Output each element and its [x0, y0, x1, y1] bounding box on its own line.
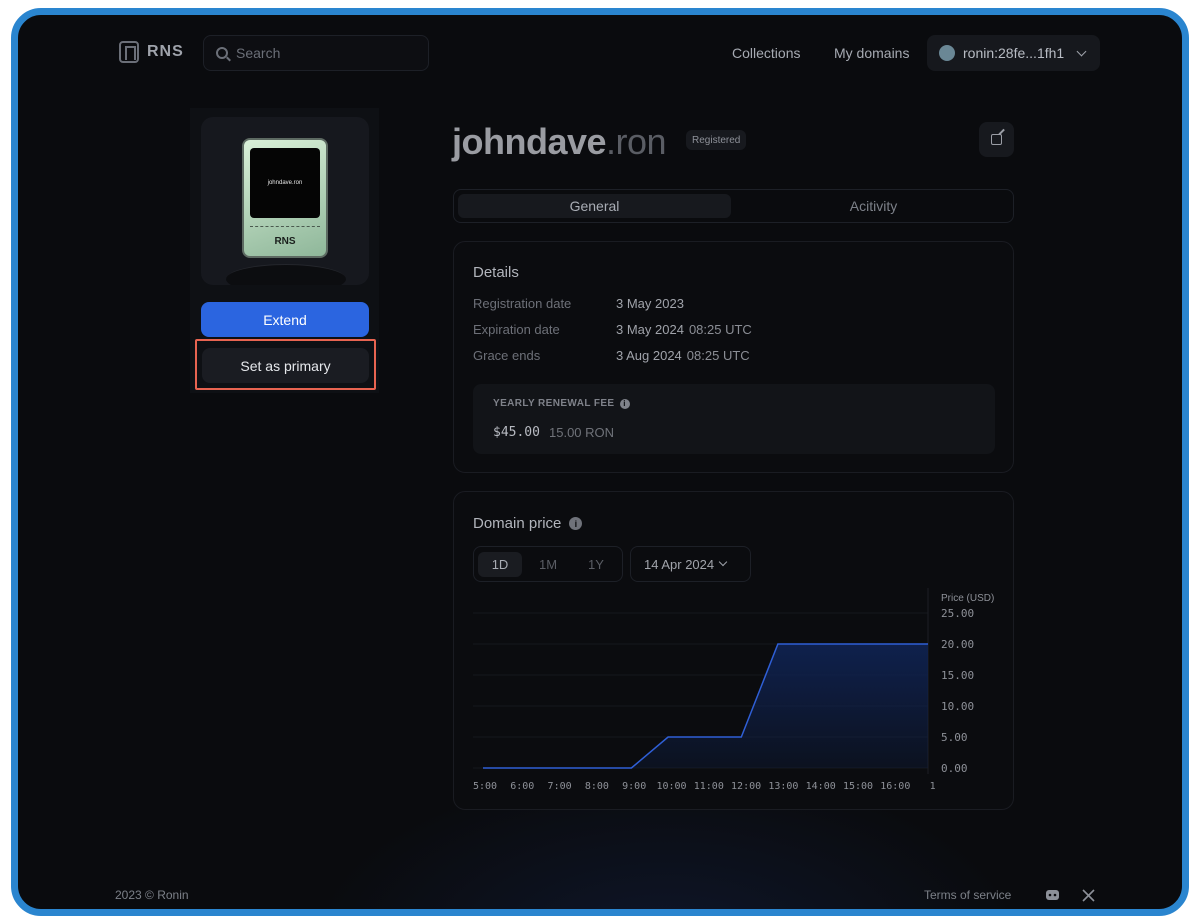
detail-label: Expiration date: [473, 322, 560, 337]
x-tick-label: 12:00: [731, 781, 761, 792]
x-tick-label: 14:00: [806, 781, 836, 792]
y-tick-label: 20.00: [941, 638, 974, 651]
date-select-value: 14 Apr 2024: [644, 556, 715, 572]
x-tick-label: 8:00: [585, 781, 609, 792]
detail-value: 3 Aug 2024: [616, 348, 682, 363]
y-axis-label: Price (USD): [941, 593, 994, 604]
y-tick-label: 25.00: [941, 607, 974, 620]
search-icon: [216, 47, 228, 59]
divider: [250, 226, 320, 227]
page-title: johndave.ron: [452, 121, 667, 163]
detail-row: Registration date 3 May 2023: [473, 296, 684, 311]
app-window: RNS Collections My domains ronin:28fe...…: [11, 8, 1189, 916]
details-panel: Details Registration date 3 May 2023 Exp…: [453, 241, 1014, 473]
terms-link[interactable]: Terms of service: [924, 888, 1011, 902]
date-select[interactable]: 14 Apr 2024: [630, 546, 751, 582]
x-tick-label: 15:00: [843, 781, 873, 792]
search-box[interactable]: [203, 35, 429, 71]
x-tick-label: 10:00: [656, 781, 686, 792]
detail-time: 08:25 UTC: [686, 348, 750, 363]
nft-screen: johndave.ron: [250, 148, 320, 218]
detail-label: Registration date: [473, 296, 572, 311]
set-as-primary-button[interactable]: Set as primary: [202, 348, 369, 383]
tab-activity[interactable]: Acitivity: [738, 194, 1009, 218]
detail-label: Grace ends: [473, 348, 541, 363]
info-icon[interactable]: i: [569, 517, 583, 530]
x-tick-label: 13:00: [768, 781, 798, 792]
fee-label-text: YEARLY RENEWAL FEE: [493, 398, 615, 409]
x-twitter-icon[interactable]: [1080, 887, 1096, 903]
fee-ron: 15.00 RON: [549, 425, 615, 440]
renewal-fee-box: YEARLY RENEWAL FEE i $45.00 15.00 RON: [473, 384, 995, 454]
x-tick-label: 11:00: [694, 781, 724, 792]
x-tick-label: 7:00: [548, 781, 572, 792]
x-tick-label: 1: [930, 781, 936, 792]
tab-bar: General Acitivity: [453, 189, 1014, 223]
chevron-down-icon: [718, 557, 728, 567]
x-tick-label: 9:00: [622, 781, 646, 792]
y-tick-label: 10.00: [941, 700, 974, 713]
copyright: 2023 © Ronin: [115, 888, 189, 902]
info-icon[interactable]: i: [619, 398, 630, 409]
avatar: [939, 45, 955, 61]
price-title: Domain price i: [473, 515, 583, 532]
detail-value: 3 May 2024: [616, 322, 684, 337]
nav-my-domains[interactable]: My domains: [834, 45, 909, 61]
rns-logo-icon: [119, 41, 139, 63]
pedestal: [226, 264, 346, 285]
logo-text: RNS: [147, 43, 184, 60]
range-1m[interactable]: 1M: [526, 552, 570, 577]
wallet-button[interactable]: ronin:28fe...1fh1: [927, 35, 1100, 71]
wallet-address: ronin:28fe...1fh1: [963, 45, 1065, 61]
detail-row: Expiration date 3 May 2024 08:25 UTC: [473, 322, 752, 337]
price-chart: 25.00 20.00 15.00 10.00 5.00 0.00 Price (USD) 5…: [473, 588, 994, 792]
domain-price-panel: Domain price i 1D 1M 1Y 14 Apr 2024 25.0…: [453, 491, 1014, 810]
range-1y[interactable]: 1Y: [574, 552, 618, 577]
external-link-icon: [991, 134, 1002, 145]
status-badge: Registered: [686, 130, 747, 150]
price-title-text: Domain price: [473, 515, 562, 532]
y-tick-label: 0.00: [941, 762, 968, 775]
detail-row: Grace ends 3 Aug 2024 08:25 UTC: [473, 348, 750, 363]
chevron-down-icon: [1076, 46, 1087, 56]
range-selector: 1D 1M 1Y: [473, 546, 623, 582]
nft-card-image: johndave.ron RNS: [242, 138, 328, 258]
details-title: Details: [473, 264, 519, 281]
nft-preview: johndave.ron RNS: [201, 117, 369, 285]
domain-tld: .ron: [606, 121, 667, 162]
fee-label: YEARLY RENEWAL FEE i: [493, 398, 630, 409]
detail-time: 08:25 UTC: [688, 322, 752, 337]
y-tick-label: 5.00: [941, 731, 968, 744]
y-tick-label: 15.00: [941, 669, 974, 682]
nav-collections[interactable]: Collections: [732, 45, 800, 61]
rns-logo[interactable]: RNS: [119, 41, 184, 63]
x-tick-label: 16:00: [880, 781, 910, 792]
tab-general[interactable]: General: [458, 194, 731, 218]
detail-value: 3 May 2023: [616, 296, 684, 311]
extend-button[interactable]: Extend: [201, 302, 369, 337]
range-1d[interactable]: 1D: [478, 552, 522, 577]
external-link-button[interactable]: [979, 122, 1014, 157]
domain-name: johndave: [452, 121, 607, 162]
search-input[interactable]: [236, 45, 406, 61]
x-tick-label: 6:00: [510, 781, 534, 792]
nft-brand: RNS: [274, 236, 296, 247]
discord-icon[interactable]: [1044, 887, 1060, 903]
fee-usd: $45.00: [493, 425, 540, 440]
x-tick-label: 5:00: [473, 781, 497, 792]
